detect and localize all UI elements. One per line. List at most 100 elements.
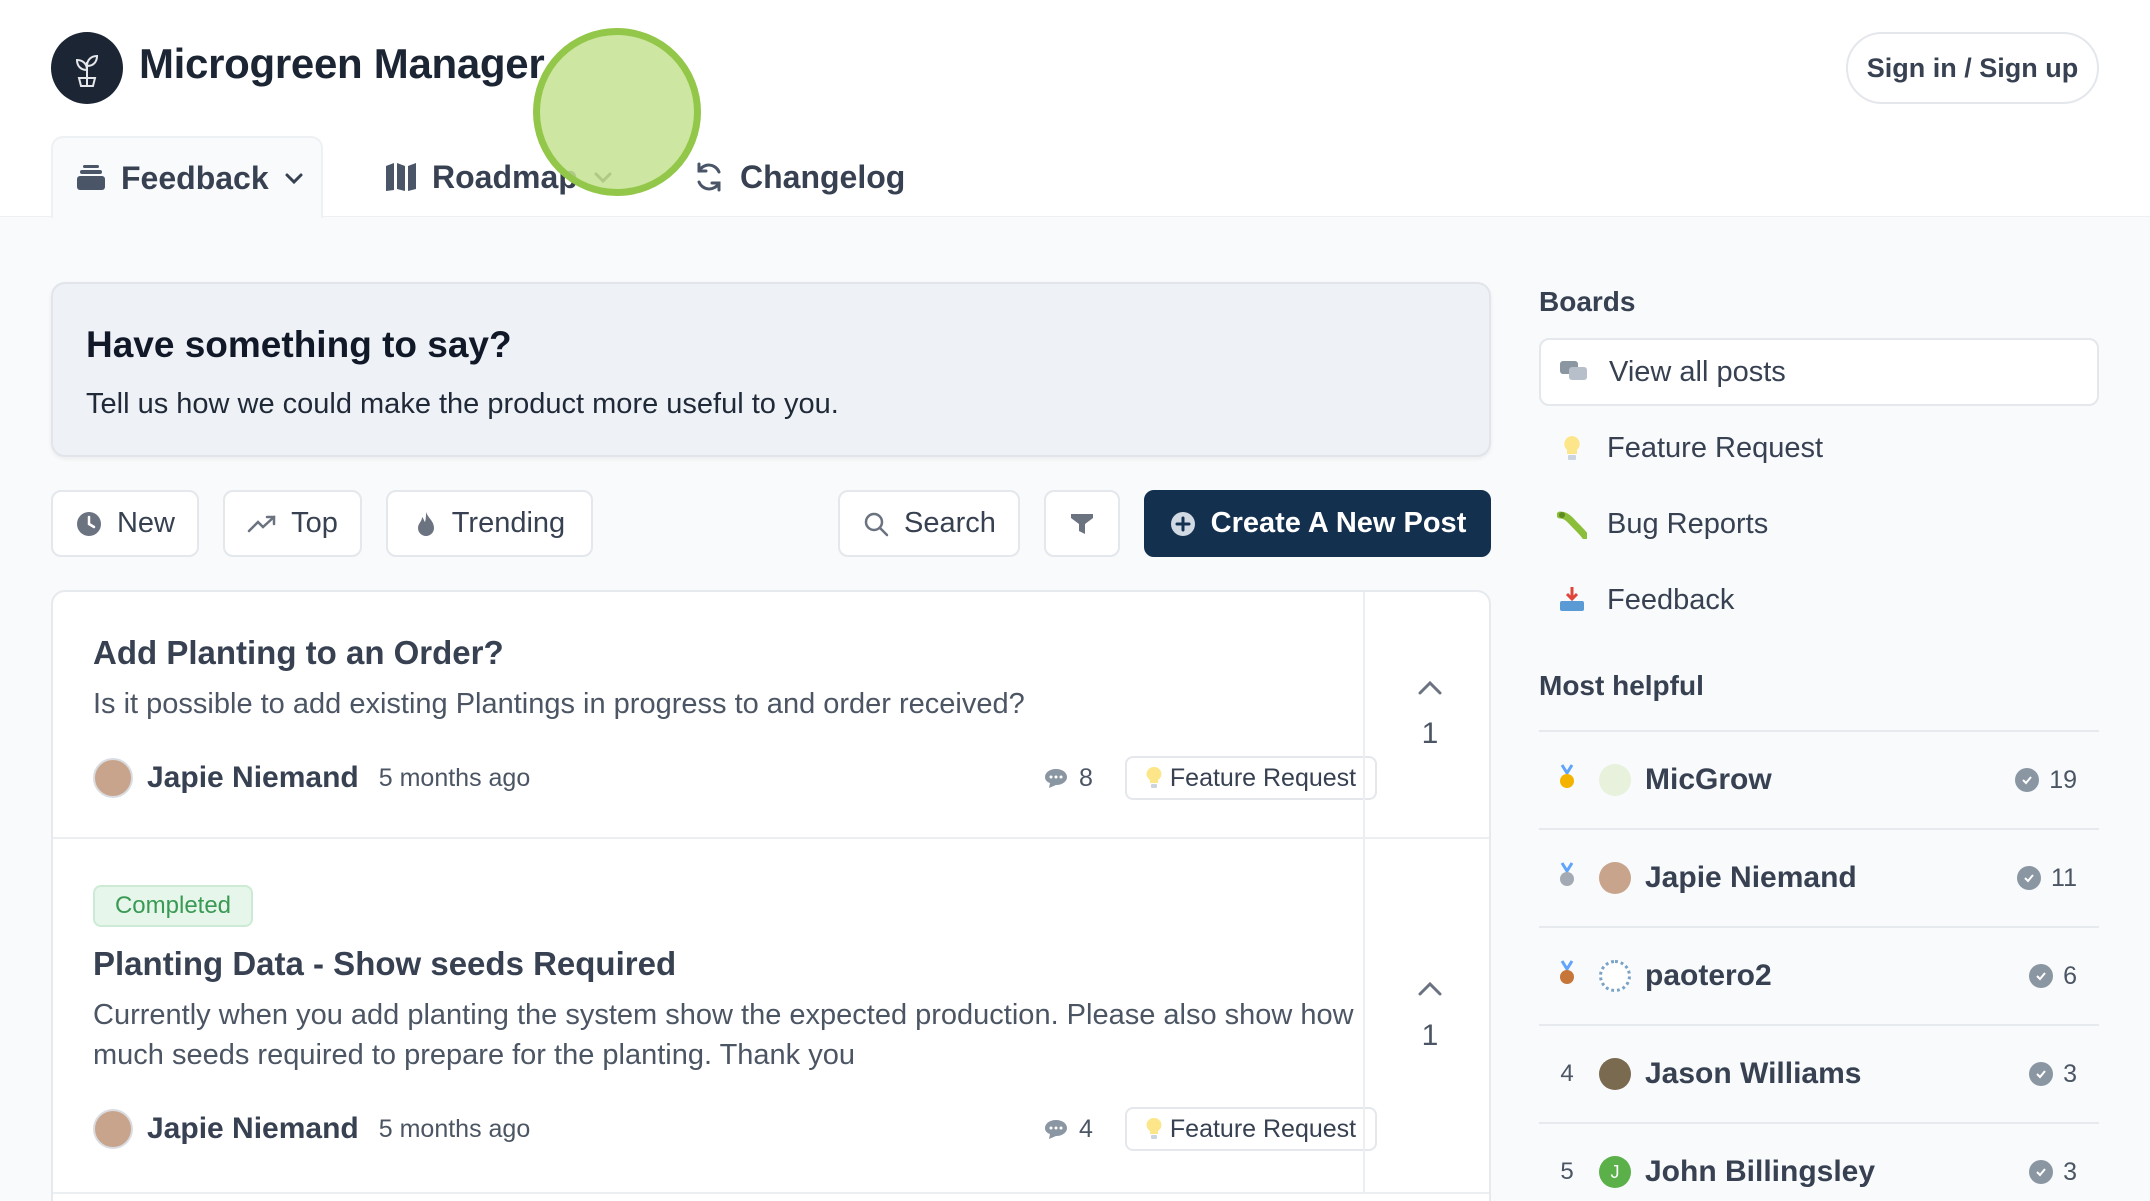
check-badge-icon (2017, 866, 2042, 890)
post-item[interactable]: Add Planting to an Order? Is it possible… (53, 592, 1489, 839)
vote-count: 1 (1421, 1019, 1439, 1052)
post-author[interactable]: Japie Niemand (147, 761, 359, 795)
post-tag[interactable]: Feature Request (1125, 756, 1377, 800)
most-helpful-heading: Most helpful (1539, 670, 1704, 701)
sort-trending-button[interactable]: Trending (386, 490, 593, 557)
boards-heading: Boards (1539, 286, 1636, 317)
post-tag-label: Feature Request (1169, 1114, 1357, 1143)
app-title: Microgreen Manager (139, 40, 545, 87)
helper-score: 3 (2029, 1060, 2077, 1089)
helper-score-value: 19 (2049, 765, 2077, 794)
helper-row[interactable]: MicGrow 19 (1539, 730, 2099, 828)
lightbulb-icon (1146, 1117, 1162, 1139)
banner-subtitle: Tell us how we could make the product mo… (86, 388, 839, 420)
clock-icon (76, 511, 101, 536)
post-meta: Japie Niemand 5 months ago 8 Feature Req… (93, 756, 1383, 800)
vote-count: 1 (1421, 717, 1439, 750)
board-label: Feature Request (1607, 431, 1824, 464)
check-badge-icon (2029, 1062, 2054, 1086)
avatar[interactable] (93, 758, 133, 798)
filter-button[interactable] (1044, 490, 1120, 557)
filter-icon (1071, 513, 1093, 534)
comment-icon (1045, 769, 1067, 788)
helper-name: MicGrow (1645, 763, 1772, 796)
avatar (1599, 1058, 1631, 1090)
helper-name: paotero2 (1645, 959, 1772, 992)
lightbulb-icon (1146, 766, 1162, 788)
search-icon (864, 512, 889, 536)
sort-new-button[interactable]: New (51, 490, 199, 557)
post-tag[interactable]: Feature Request (1125, 1107, 1377, 1151)
post-description: Currently when you add planting the syst… (93, 999, 1354, 1071)
helper-name: Japie Niemand (1645, 861, 1857, 894)
trending-up-icon (247, 515, 276, 532)
tab-changelog[interactable]: Changelog (692, 137, 905, 217)
board-feature-request[interactable]: Feature Request (1539, 414, 2099, 482)
helper-score-value: 6 (2063, 961, 2077, 990)
upvote-button[interactable] (1365, 973, 1489, 1007)
top-header: Microgreen Manager Sign in / Sign up Fee… (0, 0, 2150, 218)
post-description: Is it possible to add existing Plantings… (93, 688, 1025, 720)
post-meta: Japie Niemand 5 months ago 4 Feature Req… (93, 1107, 1383, 1151)
vote-column: 1 (1363, 592, 1489, 837)
create-post-button[interactable]: Create A New Post (1144, 490, 1491, 557)
helper-score-value: 3 (2063, 1059, 2077, 1088)
chevron-up-icon (1418, 680, 1442, 695)
vote-column: 1 (1363, 839, 1489, 1192)
comment-icon (1045, 1120, 1067, 1139)
inbox-stack-icon (77, 165, 105, 190)
comment-count: 8 (1043, 764, 1093, 793)
post-author[interactable]: Japie Niemand (147, 1112, 359, 1146)
post-title[interactable]: Planting Data - Show seeds Required (93, 945, 676, 983)
comment-count-value: 4 (1079, 1114, 1093, 1143)
feedback-banner: Have something to say? Tell us how we co… (51, 282, 1491, 457)
helper-row[interactable]: 4 Jason Williams 3 (1539, 1024, 2099, 1122)
post-time: 5 months ago (378, 763, 531, 792)
board-label: Bug Reports (1607, 507, 1769, 540)
banner-title: Have something to say? (86, 324, 512, 365)
post-time: 5 months ago (378, 1114, 531, 1143)
helper-row[interactable]: 5 J John Billingsley 3 (1539, 1122, 2099, 1201)
app-logo[interactable] (51, 32, 123, 104)
avatar (1599, 960, 1631, 992)
plus-circle-icon (1170, 511, 1195, 536)
post-tag-label: Feature Request (1169, 763, 1357, 792)
post-list: Add Planting to an Order? Is it possible… (51, 590, 1491, 1201)
board-bug-reports[interactable]: Bug Reports (1539, 490, 2099, 558)
check-badge-icon (2015, 768, 2040, 792)
tab-feedback[interactable]: Feedback (51, 136, 323, 218)
tab-changelog-label: Changelog (740, 158, 906, 195)
helper-rank: 5 (1560, 1158, 1574, 1185)
tab-feedback-label: Feedback (121, 159, 269, 196)
sort-top-button[interactable]: Top (223, 490, 362, 557)
upvote-button[interactable] (1365, 672, 1489, 706)
post-title[interactable]: Add Planting to an Order? (93, 634, 504, 672)
sort-trending-label: Trending (451, 507, 566, 539)
status-badge: Completed (93, 885, 253, 927)
helper-row[interactable]: paotero2 6 (1539, 926, 2099, 1024)
helper-score: 11 (2017, 864, 2077, 893)
chevron-up-icon (1418, 981, 1442, 996)
bronze-medal-icon (1545, 959, 1589, 993)
post-item[interactable]: Completed Planting Data - Show seeds Req… (53, 839, 1489, 1194)
bug-icon (1557, 511, 1587, 539)
helper-row[interactable]: Japie Niemand 11 (1539, 828, 2099, 926)
sprout-icon (75, 54, 99, 87)
chevron-down-icon (285, 173, 303, 185)
sign-in-button[interactable]: Sign in / Sign up (1846, 32, 2099, 104)
check-badge-icon (2029, 1160, 2054, 1184)
helper-score: 19 (2015, 766, 2077, 795)
avatar[interactable] (93, 1109, 133, 1149)
board-label: View all posts (1609, 355, 1786, 388)
sort-top-label: Top (291, 507, 338, 539)
board-feedback[interactable]: Feedback (1539, 566, 2099, 634)
avatar (1599, 764, 1631, 796)
sort-new-label: New (116, 507, 175, 539)
helper-rank: 4 (1560, 1060, 1574, 1087)
roadmap-icon (386, 163, 416, 191)
helper-score: 6 (2029, 962, 2077, 991)
board-view-all[interactable]: View all posts (1539, 338, 2099, 406)
refresh-icon (697, 162, 721, 192)
search-button[interactable]: Search (838, 490, 1020, 557)
inbox-tray-icon (1560, 587, 1584, 611)
